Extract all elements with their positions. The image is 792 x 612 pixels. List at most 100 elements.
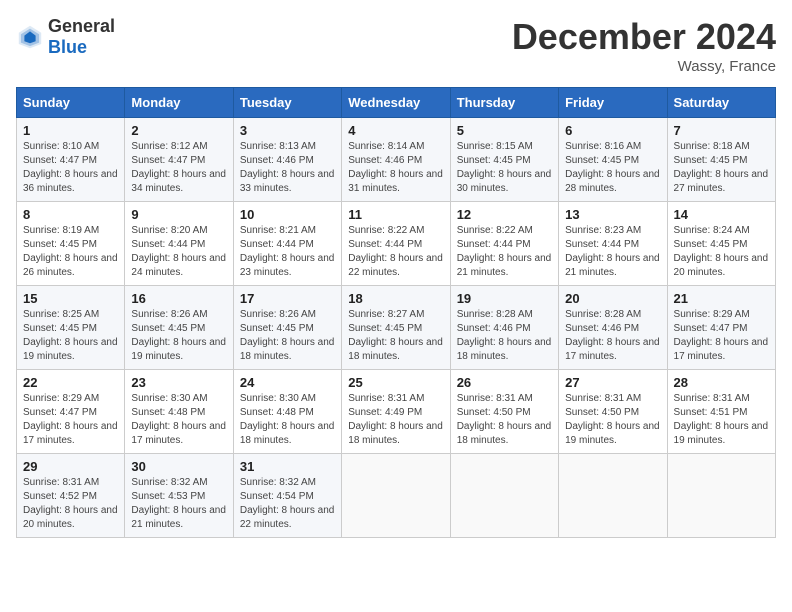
calendar-cell: 28Sunrise: 8:31 AMSunset: 4:51 PMDayligh… (667, 370, 775, 454)
sunrise: Sunrise: 8:32 AM (240, 477, 316, 488)
day-number: 9 (131, 207, 226, 222)
day-number: 29 (23, 459, 118, 474)
sunrise: Sunrise: 8:24 AM (674, 225, 750, 236)
sunrise: Sunrise: 8:22 AM (457, 225, 533, 236)
header-tuesday: Tuesday (233, 88, 341, 118)
day-info: Sunrise: 8:22 AM Sunset: 4:44 PM Daylight:… (348, 224, 443, 280)
day-info: Sunrise: 8:21 AMSunset: 4:44 PMDaylight:… (240, 224, 335, 280)
sunset: Sunset: 4:53 PM (131, 491, 205, 502)
day-info: Sunrise: 8:30 AMSunset: 4:48 PMDaylight:… (131, 392, 226, 448)
day-number: 21 (674, 291, 769, 306)
calendar-cell (667, 454, 775, 538)
daylight: Daylight: 8 hours and 34 minutes. (131, 169, 226, 194)
sunset: Sunset: 4:54 PM (240, 491, 314, 502)
day-number: 22 (23, 375, 118, 390)
sunset: Sunset: 4:47 PM (674, 323, 748, 334)
day-info: Sunrise: 8:15 AMSunset: 4:45 PMDaylight:… (457, 140, 552, 196)
header-sunday: Sunday (17, 88, 125, 118)
header: General Blue December 2024 Wassy, France (16, 16, 776, 75)
header-friday: Friday (559, 88, 667, 118)
day-info: Sunrise: 8:23 AMSunset: 4:44 PMDaylight:… (565, 224, 660, 280)
day-info: Sunrise: 8:26 AM Sunset: 4:45 PM Daylight:… (240, 308, 335, 364)
day-info: Sunrise: 8:31 AMSunset: 4:50 PMDaylight:… (565, 392, 660, 448)
sunrise: Sunrise: 8:29 AM (23, 393, 99, 404)
logo: General Blue (16, 16, 115, 58)
sunrise: Sunrise: 8:32 AM (131, 477, 207, 488)
day-number: 5 (457, 123, 552, 138)
sunset: Sunset: 4:44 PM (131, 239, 205, 250)
daylight: Daylight: 8 hours and 36 minutes. (23, 169, 118, 194)
sunrise: Sunrise: 8:28 AM (565, 309, 641, 320)
daylight: Daylight: 8 hours and 18 minutes. (348, 421, 443, 446)
day-number: 20 (565, 291, 660, 306)
logo-blue: Blue (48, 37, 87, 57)
sunset: Sunset: 4:45 PM (23, 239, 97, 250)
sunrise: Sunrise: 8:21 AM (240, 225, 316, 236)
day-info: Sunrise: 8:28 AMSunset: 4:46 PMDaylight:… (457, 308, 552, 364)
calendar-week-5: 29Sunrise: 8:31 AMSunset: 4:52 PMDayligh… (17, 454, 776, 538)
day-info: Sunrise: 8:22 AMSunset: 4:44 PMDaylight:… (457, 224, 552, 280)
sunset: Sunset: 4:52 PM (23, 491, 97, 502)
calendar-cell: 21 Sunrise: 8:29 AM Sunset: 4:47 PM Dayligh… (667, 286, 775, 370)
calendar-week-2: 8Sunrise: 8:19 AMSunset: 4:45 PMDaylight… (17, 202, 776, 286)
sunset: Sunset: 4:48 PM (131, 407, 205, 418)
sunrise: Sunrise: 8:14 AM (348, 141, 424, 152)
day-info: Sunrise: 8:10 AMSunset: 4:47 PMDaylight:… (23, 140, 118, 196)
sunrise: Sunrise: 8:29 AM (674, 309, 750, 320)
logo-icon (16, 23, 44, 51)
sunrise: Sunrise: 8:25 AM (23, 309, 99, 320)
day-info: Sunrise: 8:31 AM Sunset: 4:51 PM Daylight:… (674, 392, 769, 448)
calendar-cell: 5 Sunrise: 8:15 AMSunset: 4:45 PMDaylight… (450, 118, 558, 202)
sunset: Sunset: 4:46 PM (240, 155, 314, 166)
calendar-cell (342, 454, 450, 538)
calendar-cell: 22Sunrise: 8:29 AMSunset: 4:47 PMDayligh… (17, 370, 125, 454)
calendar-cell: 23Sunrise: 8:30 AMSunset: 4:48 PMDayligh… (125, 370, 233, 454)
calendar-cell: 1Sunrise: 8:10 AMSunset: 4:47 PMDaylight… (17, 118, 125, 202)
calendar-cell: 24Sunrise: 8:30 AMSunset: 4:48 PMDayligh… (233, 370, 341, 454)
daylight: Daylight: 8 hours and 22 minutes. (240, 505, 335, 530)
day-info: Sunrise: 8:16 AMSunset: 4:45 PMDaylight:… (565, 140, 660, 196)
sunset: Sunset: 4:45 PM (240, 323, 314, 334)
sunrise: Sunrise: 8:18 AM (674, 141, 750, 152)
calendar-week-1: 1Sunrise: 8:10 AMSunset: 4:47 PMDaylight… (17, 118, 776, 202)
daylight: Daylight: 8 hours and 17 minutes. (674, 337, 769, 362)
header-wednesday: Wednesday (342, 88, 450, 118)
day-number: 6 (565, 123, 660, 138)
day-number: 27 (565, 375, 660, 390)
day-number: 26 (457, 375, 552, 390)
calendar-cell: 30Sunrise: 8:32 AMSunset: 4:53 PMDayligh… (125, 454, 233, 538)
daylight: Daylight: 8 hours and 19 minutes. (674, 421, 769, 446)
calendar-cell: 18Sunrise: 8:27 AMSunset: 4:45 PMDayligh… (342, 286, 450, 370)
logo-text-area: General Blue (48, 16, 115, 58)
daylight: Daylight: 8 hours and 18 minutes. (348, 337, 443, 362)
day-number: 3 (240, 123, 335, 138)
calendar-cell (559, 454, 667, 538)
daylight: Daylight: 8 hours and 20 minutes. (674, 253, 769, 278)
daylight: Daylight: 8 hours and 18 minutes. (457, 337, 552, 362)
sunrise: Sunrise: 8:28 AM (457, 309, 533, 320)
sunset: Sunset: 4:44 PM (348, 239, 422, 250)
sunset: Sunset: 4:45 PM (674, 239, 748, 250)
daylight: Daylight: 8 hours and 26 minutes. (23, 253, 118, 278)
sunrise: Sunrise: 8:27 AM (348, 309, 424, 320)
sunrise: Sunrise: 8:19 AM (23, 225, 99, 236)
sunrise: Sunrise: 8:31 AM (348, 393, 424, 404)
day-info: Sunrise: 8:24 AM Sunset: 4:45 PM Daylight:… (674, 224, 769, 280)
logo-general: General (48, 16, 115, 36)
day-info: Sunrise: 8:13 AMSunset: 4:46 PMDaylight:… (240, 140, 335, 196)
sunset: Sunset: 4:44 PM (240, 239, 314, 250)
sunset: Sunset: 4:51 PM (674, 407, 748, 418)
sunrise: Sunrise: 8:31 AM (674, 393, 750, 404)
daylight: Daylight: 8 hours and 17 minutes. (23, 421, 118, 446)
sunset: Sunset: 4:49 PM (348, 407, 422, 418)
daylight: Daylight: 8 hours and 33 minutes. (240, 169, 335, 194)
daylight: Daylight: 8 hours and 18 minutes. (240, 337, 335, 362)
sunrise: Sunrise: 8:22 AM (348, 225, 424, 236)
month-title: December 2024 (512, 16, 776, 58)
daylight: Daylight: 8 hours and 19 minutes. (565, 421, 660, 446)
daylight: Daylight: 8 hours and 22 minutes. (348, 253, 443, 278)
sunrise: Sunrise: 8:26 AM (240, 309, 316, 320)
sunset: Sunset: 4:45 PM (348, 323, 422, 334)
day-number: 12 (457, 207, 552, 222)
day-number: 13 (565, 207, 660, 222)
